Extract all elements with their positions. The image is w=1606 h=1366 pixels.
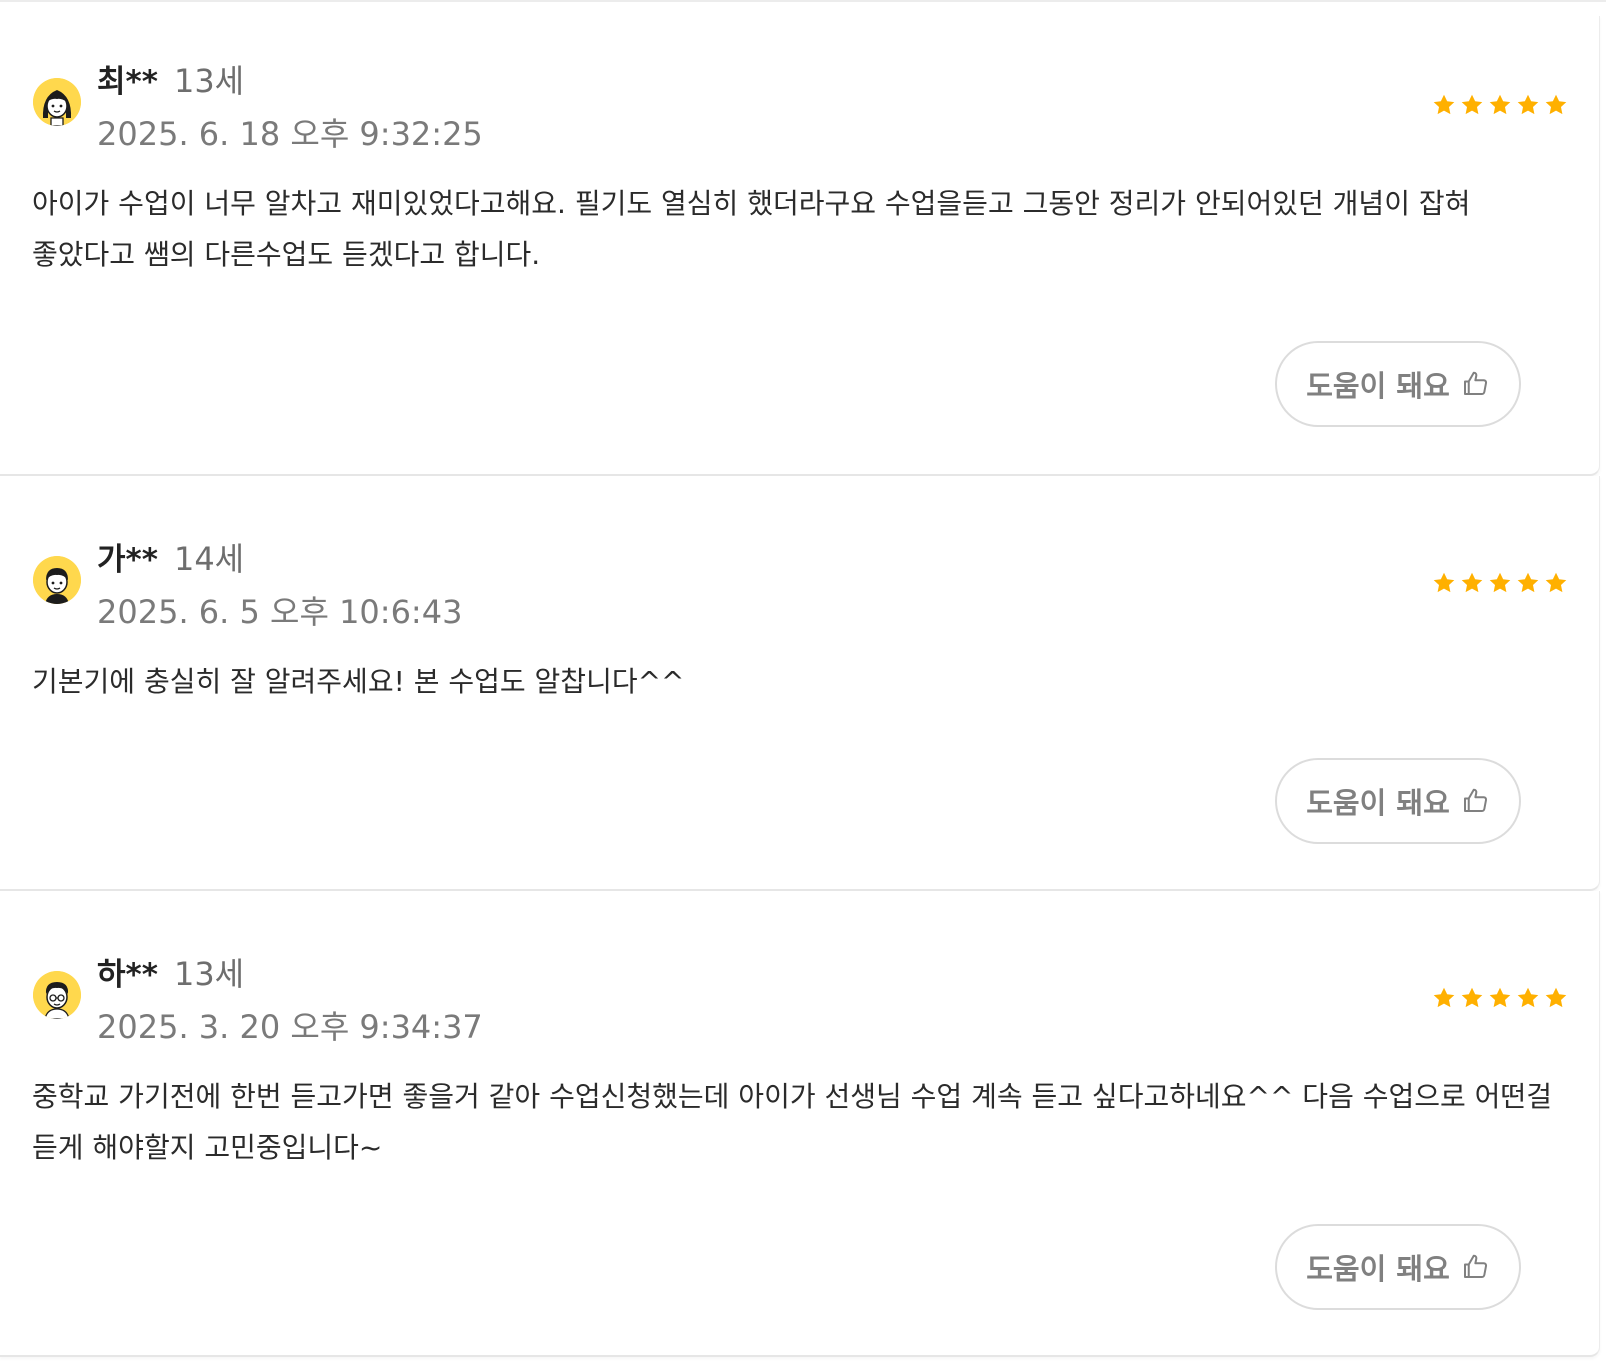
star-icon [1459,92,1485,118]
review-text: 중학교 가기전에 한번 듣고가면 좋을거 같아 수업신청했는데 아이가 선생님 … [32,1080,1552,1164]
girl-avatar-icon [33,78,81,126]
star-icon [1515,985,1541,1011]
star-icon [1543,92,1569,118]
star-icon [1543,985,1569,1011]
helpful-button-label: 도움이 돼요 [1306,786,1450,820]
reviewer-name: 최** [97,64,158,100]
review-date: 2025. 6. 5 오후 10:6:43 [97,593,463,631]
star-rating [1431,985,1569,1011]
review-list: 최** 13세 2025. 6. 18 오후 9:32:25 아이가 수업이 너… [0,0,1606,1366]
review-card: 하** 13세 2025. 3. 20 오후 9:34:37 중학교 가기전에 … [0,891,1600,1357]
thumbs-up-icon [1460,1252,1490,1282]
review-text: 아이가 수업이 너무 알차고 재미있었다고해요. 필기도 열심히 했더라구요 수… [32,187,1471,271]
reviewer-age: 13세 [173,955,245,993]
helpful-button-label: 도움이 돼요 [1306,1252,1450,1286]
helpful-button[interactable]: 도움이 돼요 [1275,758,1521,844]
star-icon [1459,570,1485,596]
star-rating [1431,92,1569,118]
reviewer-info: 하** 13세 [97,949,244,995]
boy-avatar-icon [33,556,81,604]
star-icon [1431,92,1457,118]
star-rating [1431,570,1569,596]
review-text: 기본기에 충실히 잘 알려주세요! 본 수업도 알찹니다^^ [32,665,685,698]
star-icon [1543,570,1569,596]
star-icon [1487,985,1513,1011]
helpful-button[interactable]: 도움이 돼요 [1275,1224,1521,1310]
helpful-button-label: 도움이 돼요 [1306,369,1450,403]
star-icon [1431,570,1457,596]
helpful-button[interactable]: 도움이 돼요 [1275,341,1521,427]
review-card: 가** 14세 2025. 6. 5 오후 10:6:43 기본기에 충실히 잘… [0,476,1600,891]
reviewer-age: 13세 [173,62,245,100]
star-icon [1487,570,1513,596]
star-icon [1431,985,1457,1011]
reviewer-name: 하** [97,957,158,993]
reviewer-name: 가** [97,542,158,578]
reviewer-info: 최** 13세 [97,56,244,102]
reviewer-age: 14세 [173,540,245,578]
star-icon [1459,985,1485,1011]
glasses-boy-avatar-icon [33,971,81,1019]
thumbs-up-icon [1460,786,1490,816]
star-icon [1515,570,1541,596]
review-date: 2025. 6. 18 오후 9:32:25 [97,115,483,153]
star-icon [1515,92,1541,118]
reviewer-info: 가** 14세 [97,534,244,580]
star-icon [1487,92,1513,118]
review-date: 2025. 3. 20 오후 9:34:37 [97,1008,483,1046]
review-card: 최** 13세 2025. 6. 18 오후 9:32:25 아이가 수업이 너… [0,16,1600,476]
thumbs-up-icon [1460,369,1490,399]
